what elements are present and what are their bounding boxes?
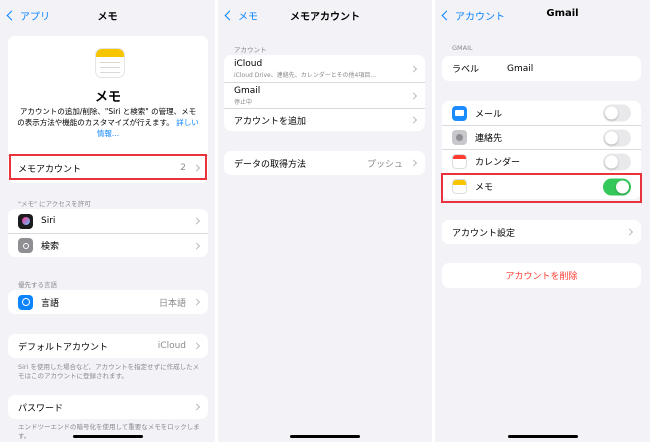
- search-row[interactable]: 検索: [8, 233, 208, 257]
- service-row-calendar: カレンダー: [442, 149, 641, 173]
- service-row-contacts: 連絡先: [442, 125, 641, 149]
- account-row-icloud[interactable]: iCloud iCloud Drive、連絡先、カレンダーとその他4項目...: [224, 55, 425, 82]
- chevron-right-icon: [409, 64, 418, 73]
- home-indicator: [507, 435, 578, 438]
- mail-toggle[interactable]: [603, 104, 631, 122]
- chevron-right-icon: [409, 91, 418, 100]
- nav-bar: メモ メモアカウント: [218, 0, 432, 30]
- chevron-right-icon: [409, 159, 418, 167]
- chevron-right-icon: [192, 403, 201, 411]
- mail-icon: [452, 105, 467, 121]
- service-row-mail: メール: [442, 101, 641, 125]
- add-account-row[interactable]: アカウントを追加: [224, 108, 425, 131]
- description-text: アカウントの追加/削除、"Siri と検索" の管理、メモの表示方法や機能のカス…: [17, 107, 197, 127]
- chevron-right-icon: [192, 342, 201, 350]
- fetch-data-label: データの取得方法: [234, 159, 307, 170]
- password-row[interactable]: パスワード: [8, 395, 208, 419]
- service-label: メール: [475, 109, 503, 120]
- account-row-gmail[interactable]: Gmail 停止中: [224, 82, 425, 108]
- delete-account-card: アカウントを削除: [442, 263, 641, 288]
- account-name: Gmail: [234, 85, 261, 96]
- contacts-toggle[interactable]: [603, 129, 631, 146]
- page-title: メモ: [97, 12, 118, 23]
- default-account-value: iCloud: [157, 341, 186, 351]
- fetch-data-row[interactable]: データの取得方法 プッシュ: [224, 151, 425, 175]
- gmail-section-header: GMAIL: [452, 44, 473, 52]
- chevron-right-icon: [192, 241, 201, 250]
- siri-row[interactable]: Siri: [8, 209, 208, 233]
- page-title: メモアカウント: [290, 12, 360, 23]
- gmail-account-screen: アカウント Gmail GMAIL ラベル Gmail メール 連絡先 カレンダ…: [435, 0, 650, 442]
- fetch-card: データの取得方法 プッシュ: [224, 151, 425, 175]
- notes-accounts-screen: メモ メモアカウント アカウント iCloud iCloud Drive、連絡先…: [218, 0, 432, 442]
- password-label: パスワード: [18, 403, 64, 414]
- home-indicator: [72, 435, 143, 438]
- label-card: ラベル Gmail: [442, 56, 641, 81]
- chevron-right-icon: [192, 298, 201, 306]
- nav-bar: アプリ メモ: [0, 0, 215, 30]
- access-section-header: "メモ" にアクセスを許可: [18, 200, 91, 208]
- default-account-label: デフォルトアカウント: [18, 342, 109, 353]
- notes-settings-screen: アプリ メモ メモ アカウントの追加/削除、"Siri と検索" の管理、メモの…: [0, 0, 215, 442]
- app-description: アカウントの追加/削除、"Siri と検索" の管理、メモの表示方法や機能のカス…: [17, 106, 199, 139]
- default-account-footer: Siri を使用した場合など、アカウントを指定せずに作成したメモはこのアカウント…: [18, 363, 200, 380]
- calendar-toggle[interactable]: [603, 153, 631, 170]
- default-account-card: デフォルトアカウント iCloud: [8, 334, 208, 358]
- language-card: 言語 日本語: [8, 290, 208, 314]
- highlight-box: [9, 154, 207, 180]
- delete-account-button[interactable]: アカウントを削除: [442, 263, 641, 288]
- highlight-box: [441, 173, 642, 203]
- globe-icon: [18, 294, 33, 310]
- password-footer: エンドツーエンドの暗号化を使用して重要なメモをロックします。: [18, 423, 200, 440]
- search-label: 検索: [41, 242, 60, 252]
- label-label: ラベル: [452, 65, 480, 75]
- service-label: 連絡先: [475, 134, 503, 144]
- account-detail: iCloud Drive、連絡先、カレンダーとその他4項目...: [234, 71, 377, 79]
- default-account-row[interactable]: デフォルトアカウント iCloud: [8, 334, 208, 358]
- label-value: Gmail: [507, 63, 534, 74]
- account-settings-card: アカウント設定: [442, 220, 641, 244]
- calendar-icon: [452, 154, 467, 169]
- accounts-card: iCloud iCloud Drive、連絡先、カレンダーとその他4項目... …: [224, 55, 425, 131]
- nav-bar: アカウント Gmail: [435, 0, 650, 30]
- chevron-right-icon: [192, 217, 201, 225]
- search-icon: [18, 238, 33, 253]
- fetch-data-value: プッシュ: [366, 159, 403, 170]
- account-name: iCloud: [234, 58, 263, 69]
- siri-label: Siri: [41, 216, 56, 226]
- app-name: メモ: [94, 90, 121, 105]
- accounts-section-header: アカウント: [234, 46, 267, 54]
- language-value: 日本語: [158, 298, 186, 309]
- delete-account-label: アカウントを削除: [505, 272, 578, 282]
- home-indicator: [290, 435, 360, 438]
- access-card: Siri 検索: [8, 209, 208, 257]
- language-section-header: 優先する言語: [18, 281, 57, 289]
- contacts-icon: [452, 130, 467, 145]
- account-detail: 停止中: [234, 98, 253, 106]
- chevron-right-icon: [625, 228, 634, 236]
- notes-app-icon: [95, 48, 125, 78]
- siri-icon: [18, 213, 33, 229]
- account-settings-row[interactable]: アカウント設定: [442, 220, 641, 244]
- password-card: パスワード: [8, 395, 208, 419]
- language-row[interactable]: 言語 日本語: [8, 290, 208, 314]
- add-account-label: アカウントを追加: [234, 116, 307, 127]
- page-title: Gmail: [546, 8, 579, 19]
- chevron-right-icon: [409, 116, 418, 124]
- language-label: 言語: [41, 298, 60, 309]
- service-label: カレンダー: [475, 158, 521, 168]
- label-row[interactable]: ラベル Gmail: [442, 56, 641, 81]
- account-settings-label: アカウント設定: [452, 228, 516, 239]
